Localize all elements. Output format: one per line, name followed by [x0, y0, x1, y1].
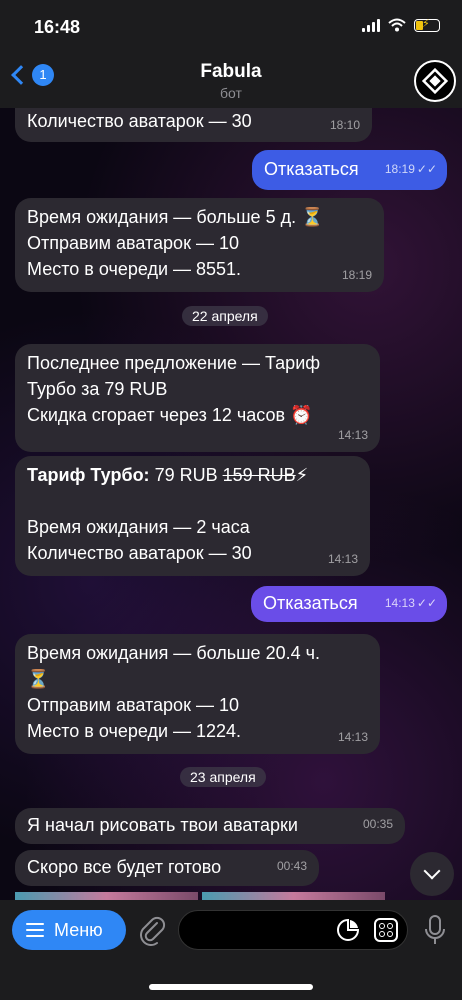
message-list[interactable]: Количество аватарок — 30 18:10 Отказатьс…	[0, 108, 462, 900]
message-incoming: Я начал рисовать твои аватарки 00:35	[15, 808, 405, 844]
message-time-value: 14:13	[384, 596, 415, 610]
message-text: Я начал рисовать твои аватарки	[27, 815, 298, 835]
battery-icon: ⚡	[414, 18, 440, 32]
bot-avatar[interactable]	[414, 60, 456, 102]
message-incoming: Время ожидания — больше 5 д. ⏳ Отправим …	[15, 198, 384, 292]
message-incoming: Тариф Турбо: 79 RUB 159 RUB⚡ Время ожида…	[15, 456, 370, 576]
message-time: 14:13	[327, 552, 358, 566]
paperclip-icon[interactable]	[137, 914, 167, 946]
message-time: 14:13	[337, 730, 368, 744]
message-outgoing: Отказаться 14:13 ✓✓	[251, 586, 447, 622]
chat-title[interactable]: Fabula	[0, 61, 462, 83]
lightning-emoji: ⚡	[295, 465, 309, 485]
message-incoming: Количество аватарок — 30 18:10	[15, 108, 372, 142]
message-text: Время ожидания — больше 20.4 ч.	[27, 643, 320, 663]
chat-header: 1 Fabula бот	[0, 50, 462, 108]
status-icons: ⚡	[362, 18, 440, 32]
menu-button[interactable]: Меню	[12, 910, 126, 950]
home-indicator	[149, 984, 313, 990]
message-time: 00:35	[362, 817, 393, 831]
message-text: Отправим аватарок — 10	[27, 233, 239, 253]
tariff-title: Тариф Турбо:	[27, 465, 150, 485]
scroll-to-bottom-button[interactable]	[410, 852, 454, 896]
chat-subtitle: бот	[220, 85, 242, 101]
status-time: 16:48	[34, 17, 81, 37]
microphone-icon[interactable]	[424, 914, 446, 946]
message-text: Турбо за 79 RUB	[27, 379, 168, 399]
message-text: Время ожидания — 2 часа	[27, 517, 250, 537]
bot-logo-icon	[422, 68, 448, 94]
status-bar: 16:48 ⚡	[0, 0, 462, 50]
message-time: 14:13	[337, 428, 368, 442]
image-thumbnail[interactable]	[202, 892, 385, 900]
image-album-preview[interactable]	[15, 892, 385, 900]
message-time-value: 18:19	[384, 162, 415, 176]
message-time: 18:19 ✓✓	[385, 156, 437, 182]
message-text: Время ожидания — больше 5 д. ⏳	[27, 207, 324, 227]
sticker-icon[interactable]	[337, 919, 359, 941]
signal-icon	[362, 18, 380, 32]
chevron-down-icon	[423, 862, 441, 880]
bot-commands-icon[interactable]	[374, 918, 398, 942]
tariff-old-price: 159 RUB	[222, 465, 296, 485]
menu-label: Меню	[54, 919, 103, 940]
message-incoming: Время ожидания — больше 20.4 ч. ⏳ Отправ…	[15, 634, 380, 754]
message-time: 00:43	[276, 859, 307, 873]
wifi-icon	[388, 18, 406, 32]
read-ticks-icon: ✓✓	[416, 162, 437, 176]
message-text: Количество аватарок — 30	[27, 543, 252, 563]
message-text: Количество аватарок — 30	[27, 111, 252, 131]
message-time: 18:19	[341, 268, 372, 282]
message-incoming: Скоро все будет готово 00:43	[15, 850, 319, 886]
message-outgoing: Отказаться 18:19 ✓✓	[252, 150, 447, 190]
message-time: 14:13 ✓✓	[385, 590, 437, 616]
message-text: Скидка сгорает через 12 часов ⏰	[27, 405, 313, 425]
read-ticks-icon: ✓✓	[416, 596, 437, 610]
message-text: Отправим аватарок — 10	[27, 695, 239, 715]
tariff-price: 79 RUB	[149, 465, 223, 485]
message-time: 18:10	[329, 118, 360, 132]
message-incoming: Последнее предложение — Тариф Турбо за 7…	[15, 344, 380, 452]
message-text: Последнее предложение — Тариф	[27, 353, 321, 373]
message-text: Скоро все будет готово	[27, 857, 222, 877]
menu-icon	[26, 923, 44, 937]
tariff-line: Тариф Турбо: 79 RUB 159 RUB⚡	[27, 462, 358, 488]
date-separator: 22 апреля	[182, 306, 268, 326]
date-separator: 23 апреля	[180, 767, 266, 787]
message-text: Место в очереди — 1224.	[27, 721, 242, 741]
message-text: Место в очереди — 8551.	[27, 259, 242, 279]
message-text: ⏳	[27, 669, 50, 689]
image-thumbnail[interactable]	[15, 892, 198, 900]
